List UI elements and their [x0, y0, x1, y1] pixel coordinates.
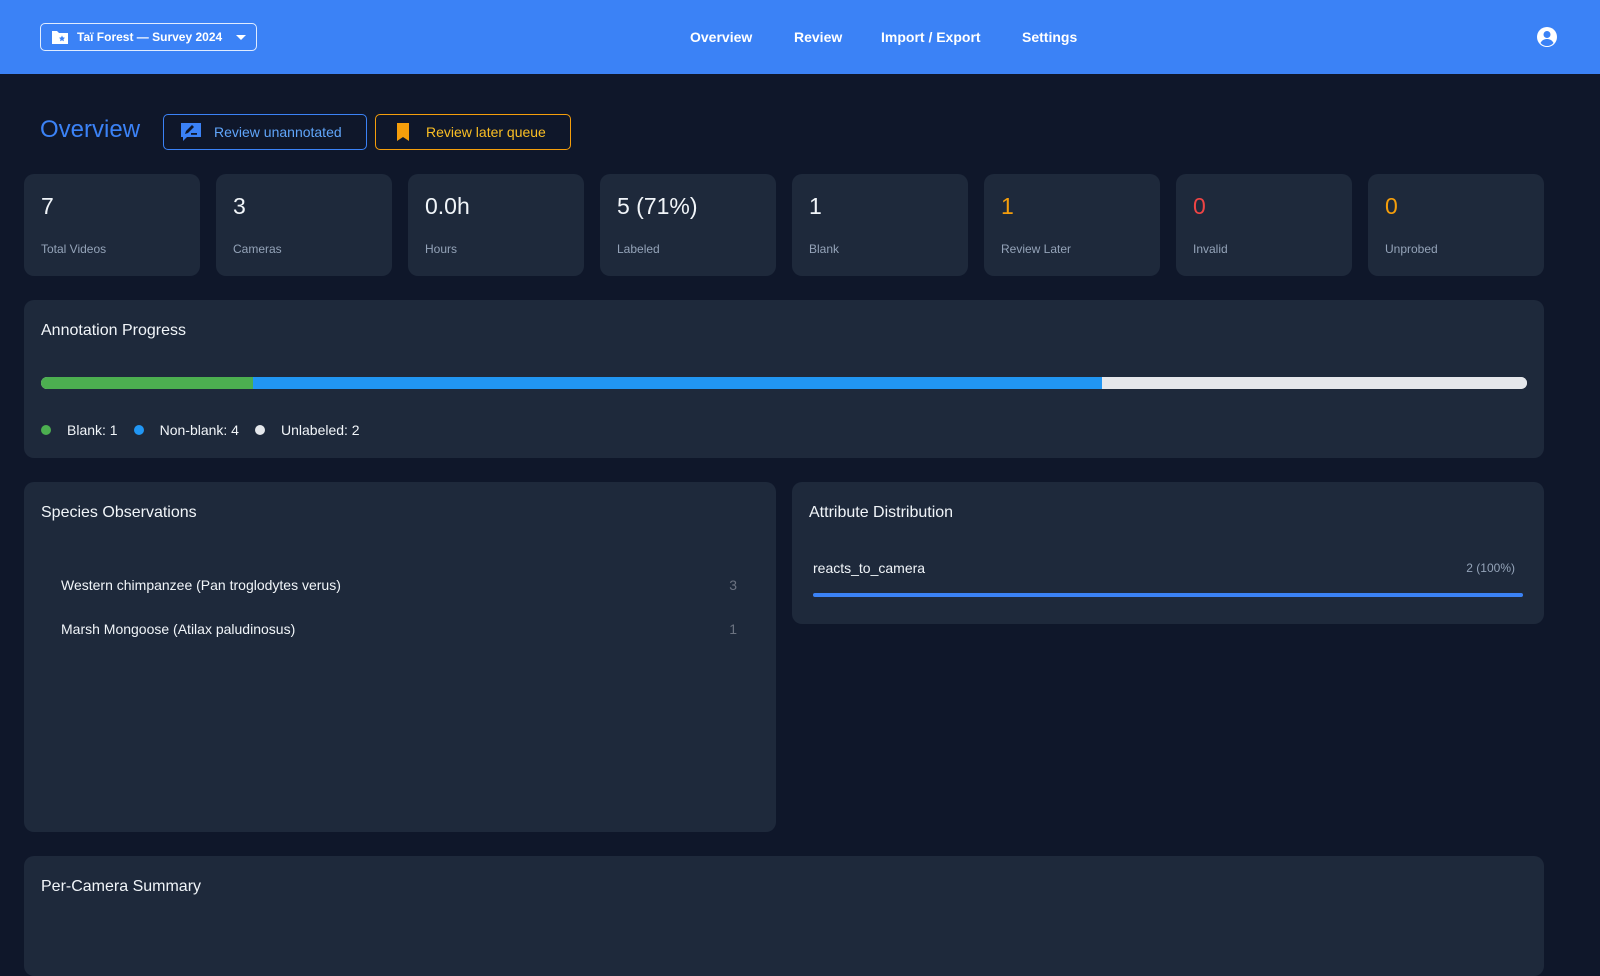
stat-value: 3: [233, 193, 246, 219]
stat-label: Unprobed: [1385, 242, 1438, 256]
species-count: 1: [729, 621, 737, 637]
legend-label: Unlabeled: 2: [280, 422, 360, 438]
review-unannotated-label: Review unannotated: [214, 124, 342, 140]
species-row[interactable]: Marsh Mongoose (Atilax paludinosus) 1: [61, 621, 737, 637]
nav-overview[interactable]: Overview: [690, 0, 752, 74]
stat-value: 0.0h: [425, 193, 470, 219]
stat-card-invalid: 0 Invalid: [1176, 174, 1352, 276]
stat-card-unprobed: 0 Unprobed: [1368, 174, 1544, 276]
attribute-bar-fill: [813, 593, 1523, 597]
stat-card-blank: 1 Blank: [792, 174, 968, 276]
stat-card-labeled: 5 (71%) Labeled: [600, 174, 776, 276]
legend-label: Blank: 1: [67, 422, 118, 438]
progress-segment-unlabeled: [1102, 377, 1527, 389]
species-name: Western chimpanzee (Pan troglodytes veru…: [61, 577, 341, 593]
account-circle-icon[interactable]: [1536, 26, 1558, 48]
folder-star-icon: [51, 29, 69, 45]
per-camera-summary-title: Per-Camera Summary: [41, 878, 202, 895]
species-name: Marsh Mongoose (Atilax paludinosus): [61, 621, 296, 637]
species-observations-title: Species Observations: [41, 504, 197, 521]
attribute-distribution-card: Attribute Distribution reacts_to_camera …: [792, 482, 1544, 624]
annotation-progress-card: Annotation Progress Blank: 1 Non-blank: …: [24, 300, 1544, 458]
review-later-queue-label: Review later queue: [426, 124, 546, 140]
page-title: Overview: [40, 116, 141, 143]
stat-label: Review Later: [1001, 242, 1072, 256]
stat-card-hours: 0.0h Hours: [408, 174, 584, 276]
nav-import-export[interactable]: Import / Export: [881, 0, 981, 74]
species-observations-card: Species Observations Western chimpanzee …: [24, 482, 776, 832]
stat-value: 0: [1385, 193, 1398, 219]
legend-item-unlabeled: Unlabeled: 2: [254, 422, 360, 438]
annotation-progress-title: Annotation Progress: [41, 322, 186, 339]
per-camera-summary-card: Per-Camera Summary: [24, 856, 1544, 976]
stat-card-total-videos: 7 Total Videos: [24, 174, 200, 276]
stat-label: Blank: [809, 242, 840, 256]
stat-label: Hours: [425, 242, 458, 256]
stat-label: Labeled: [617, 242, 660, 256]
project-selector-label: Taï Forest — Survey 2024: [77, 30, 223, 44]
stat-value: 1: [1001, 193, 1014, 219]
project-selector[interactable]: Taï Forest — Survey 2024: [40, 23, 257, 51]
stat-card-review-later: 1 Review Later: [984, 174, 1160, 276]
legend-label: Non-blank: 4: [159, 422, 239, 438]
annotation-progress-legend: Blank: 1 Non-blank: 4 Unlabeled: 2: [41, 422, 376, 438]
progress-segment-non-blank: [253, 377, 1103, 389]
stat-card-cameras: 3 Cameras: [216, 174, 392, 276]
nav-settings[interactable]: Settings: [1022, 0, 1077, 74]
progress-segment-blank: [41, 377, 254, 389]
stat-label: Invalid: [1193, 242, 1228, 256]
attribute-row: reacts_to_camera 2 (100%): [813, 560, 1523, 576]
attribute-value: 2 (100%): [1466, 561, 1515, 575]
review-unannotated-button[interactable]: Review unannotated: [163, 114, 367, 150]
legend-dot: [254, 425, 265, 435]
nav-review[interactable]: Review: [794, 0, 842, 74]
top-app-bar: Taï Forest — Survey 2024 Overview Review…: [0, 0, 1600, 74]
stat-label: Cameras: [233, 242, 282, 256]
rate-review-icon: [180, 122, 202, 142]
species-row[interactable]: Western chimpanzee (Pan troglodytes veru…: [61, 577, 737, 593]
legend-dot: [133, 425, 144, 435]
legend-item-blank: Blank: 1: [41, 422, 118, 438]
species-count: 3: [729, 577, 737, 593]
attribute-name: reacts_to_camera: [813, 560, 926, 576]
stat-value: 5 (71%): [617, 193, 698, 219]
attribute-bar: [813, 593, 1523, 597]
bookmark-icon: [392, 122, 414, 142]
annotation-progress-bar: [41, 377, 1527, 389]
review-later-queue-button[interactable]: Review later queue: [375, 114, 571, 150]
stat-value: 7: [41, 193, 54, 219]
stat-label: Total Videos: [41, 242, 107, 256]
stat-value: 0: [1193, 193, 1206, 219]
stat-value: 1: [809, 193, 822, 219]
attribute-distribution-title: Attribute Distribution: [809, 504, 954, 521]
legend-item-non-blank: Non-blank: 4: [133, 422, 239, 438]
legend-dot: [41, 425, 51, 435]
chevron-down-icon: [236, 34, 246, 40]
